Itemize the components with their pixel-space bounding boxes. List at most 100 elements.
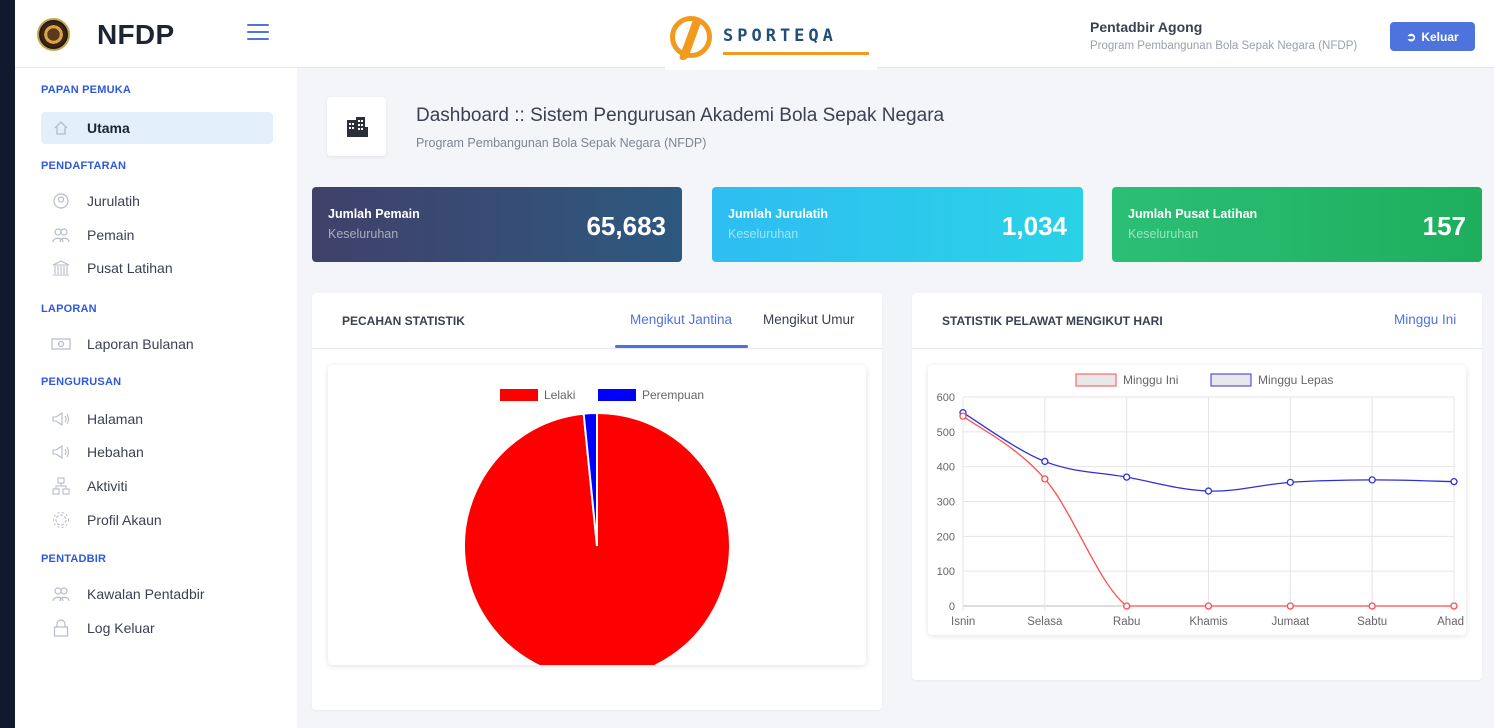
y-tick-label: 400 <box>937 462 955 474</box>
data-point[interactable] <box>1368 476 1376 484</box>
section-title-papan-pemuka: PAPAN PEMUKA <box>41 84 131 96</box>
panel-header: STATISTIK PELAWAT MENGIKUT HARI Minggu I… <box>912 293 1482 349</box>
sponsor-name: SPORTEQA <box>723 26 837 46</box>
stat-card-pusat-latihan: Jumlah Pusat Latihan Keseluruhan 157 <box>1112 187 1482 262</box>
data-point[interactable] <box>1204 487 1213 495</box>
tab-mengikut-jantina[interactable]: Mengikut Jantina <box>630 312 732 327</box>
y-tick-label: 100 <box>937 566 955 578</box>
section-title-pendaftaran: PENDAFTARAN <box>41 160 127 172</box>
section-title-pengurusan: PENGURUSAN <box>41 376 122 388</box>
sidebar-item-log-keluar[interactable]: Log Keluar <box>41 612 273 644</box>
data-point[interactable] <box>1041 475 1049 483</box>
y-tick-label: 0 <box>949 601 955 613</box>
sidebar-item-label: Profil Akaun <box>87 512 162 528</box>
sitemap-icon <box>51 476 71 496</box>
link-minggu-ini[interactable]: Minggu Ini <box>1394 312 1456 327</box>
data-point[interactable] <box>1204 602 1213 610</box>
visitor-panel: STATISTIK PELAWAT MENGIKUT HARI Minggu I… <box>912 293 1482 680</box>
x-tick-label: Isnin <box>951 616 975 628</box>
megaphone-icon <box>51 409 71 429</box>
tab-mengikut-umur[interactable]: Mengikut Umur <box>763 312 855 327</box>
x-tick-label: Jumaat <box>1271 616 1310 628</box>
x-tick-label: Sabtu <box>1357 616 1387 628</box>
megaphone-icon <box>51 442 71 462</box>
stat-card-title: Jumlah Jurulatih <box>728 207 829 221</box>
y-tick-label: 600 <box>937 392 955 404</box>
data-point[interactable] <box>1368 602 1376 610</box>
sponsor-logo: SPORTEQA <box>665 12 877 70</box>
data-point[interactable] <box>1286 478 1294 486</box>
users-icon <box>51 225 71 245</box>
y-tick-label: 300 <box>937 497 955 509</box>
stat-card-sub: Keseluruhan <box>1128 227 1199 241</box>
building-icon <box>51 258 71 278</box>
page-title: Dashboard :: Sistem Pengurusan Akademi B… <box>416 105 945 126</box>
sidebar: PAPAN PEMUKA Utama PENDAFTARAN Jurulatih… <box>15 68 297 728</box>
sidebar-item-label: Log Keluar <box>87 620 155 636</box>
stat-card-sub: Keseluruhan <box>728 227 799 241</box>
y-tick-label: 200 <box>937 531 955 543</box>
data-point[interactable] <box>1286 602 1294 610</box>
legend-swatch[interactable] <box>1075 373 1117 387</box>
x-tick-label: Ahad <box>1437 616 1464 628</box>
sidebar-item-halaman[interactable]: Halaman <box>41 403 273 435</box>
legend-label[interactable]: Minggu Ini <box>1123 373 1178 387</box>
sidebar-item-laporan-bulanan[interactable]: Laporan Bulanan <box>41 328 273 360</box>
sidebar-item-utama[interactable]: Utama <box>41 112 273 144</box>
stat-card-sub: Keseluruhan <box>328 227 399 241</box>
sidebar-item-label: Pemain <box>87 227 135 243</box>
legend-swatch[interactable] <box>500 389 538 401</box>
visitor-line-chart: Minggu Ini Minggu Lepas 600 500 400 300 200 100… <box>928 365 1466 635</box>
menu-toggle-icon[interactable] <box>247 24 269 42</box>
stat-card-jurulatih: Jumlah Jurulatih Keseluruhan 1,034 <box>712 187 1083 262</box>
sidebar-item-jurulatih[interactable]: Jurulatih <box>41 185 273 217</box>
money-icon <box>51 334 71 354</box>
legend-label[interactable]: Lelaki <box>544 388 575 402</box>
stat-card-title: Jumlah Pemain <box>328 207 420 221</box>
sidebar-item-label: Jurulatih <box>87 193 140 209</box>
data-point[interactable] <box>1123 473 1131 481</box>
sidebar-item-label: Hebahan <box>87 444 144 460</box>
legend-swatch[interactable] <box>598 389 636 401</box>
page-subtitle: Program Pembangunan Bola Sepak Negara (N… <box>416 136 707 150</box>
panel-header: PECAHAN STATISTIK Mengikut Jantina Mengi… <box>312 293 882 349</box>
data-point[interactable] <box>1123 602 1131 610</box>
sidebar-item-aktiviti[interactable]: Aktiviti <box>41 470 273 502</box>
section-title-pentadbir: PENTADBIR <box>41 553 107 565</box>
data-point[interactable] <box>959 412 967 420</box>
sidebar-item-label: Laporan Bulanan <box>87 336 194 352</box>
data-point[interactable] <box>1450 602 1458 610</box>
lock-icon <box>51 618 71 638</box>
sidebar-item-kawalan-pentadbir[interactable]: Kawalan Pentadbir <box>41 578 273 610</box>
legend-label[interactable]: Perempuan <box>642 388 704 402</box>
sidebar-item-label: Aktiviti <box>87 478 128 494</box>
panel-title: STATISTIK PELAWAT MENGIKUT HARI <box>942 314 1163 328</box>
sidebar-item-label: Utama <box>87 120 130 136</box>
user-name: Pentadbir Agong <box>1090 19 1203 35</box>
logout-button[interactable]: ➲ Keluar <box>1390 22 1475 51</box>
statistics-panel: PECAHAN STATISTIK Mengikut Jantina Mengi… <box>312 293 882 710</box>
sidebar-item-hebahan[interactable]: Hebahan <box>41 436 273 468</box>
building-icon <box>327 97 386 156</box>
x-tick-label: Khamis <box>1189 616 1228 628</box>
home-icon <box>51 118 71 138</box>
x-tick-label: Selasa <box>1027 616 1063 628</box>
active-tab-indicator <box>615 345 748 348</box>
sidebar-item-profil-akaun[interactable]: Profil Akaun <box>41 504 273 536</box>
section-title-laporan: LAPORAN <box>41 303 97 315</box>
legend-swatch[interactable] <box>1210 373 1252 387</box>
panel-title: PECAHAN STATISTIK <box>342 314 465 328</box>
data-point[interactable] <box>1450 477 1458 486</box>
x-tick-label: Rabu <box>1113 616 1141 628</box>
sidebar-item-pusat-latihan[interactable]: Pusat Latihan <box>41 252 273 284</box>
data-point[interactable] <box>1041 457 1049 466</box>
sidebar-item-label: Halaman <box>87 411 144 427</box>
y-tick-label: 500 <box>937 427 955 439</box>
stat-card-title: Jumlah Pusat Latihan <box>1128 207 1258 221</box>
legend-label[interactable]: Minggu Lepas <box>1258 373 1333 387</box>
sidebar-item-pemain[interactable]: Pemain <box>41 219 273 251</box>
brand-name: NFDP <box>97 19 175 50</box>
sign-out-icon: ➲ <box>1406 29 1417 44</box>
line-chart-svg: Minggu Ini Minggu Lepas 600 500 400 300 200 100… <box>937 373 1464 628</box>
user-icon <box>51 191 71 211</box>
